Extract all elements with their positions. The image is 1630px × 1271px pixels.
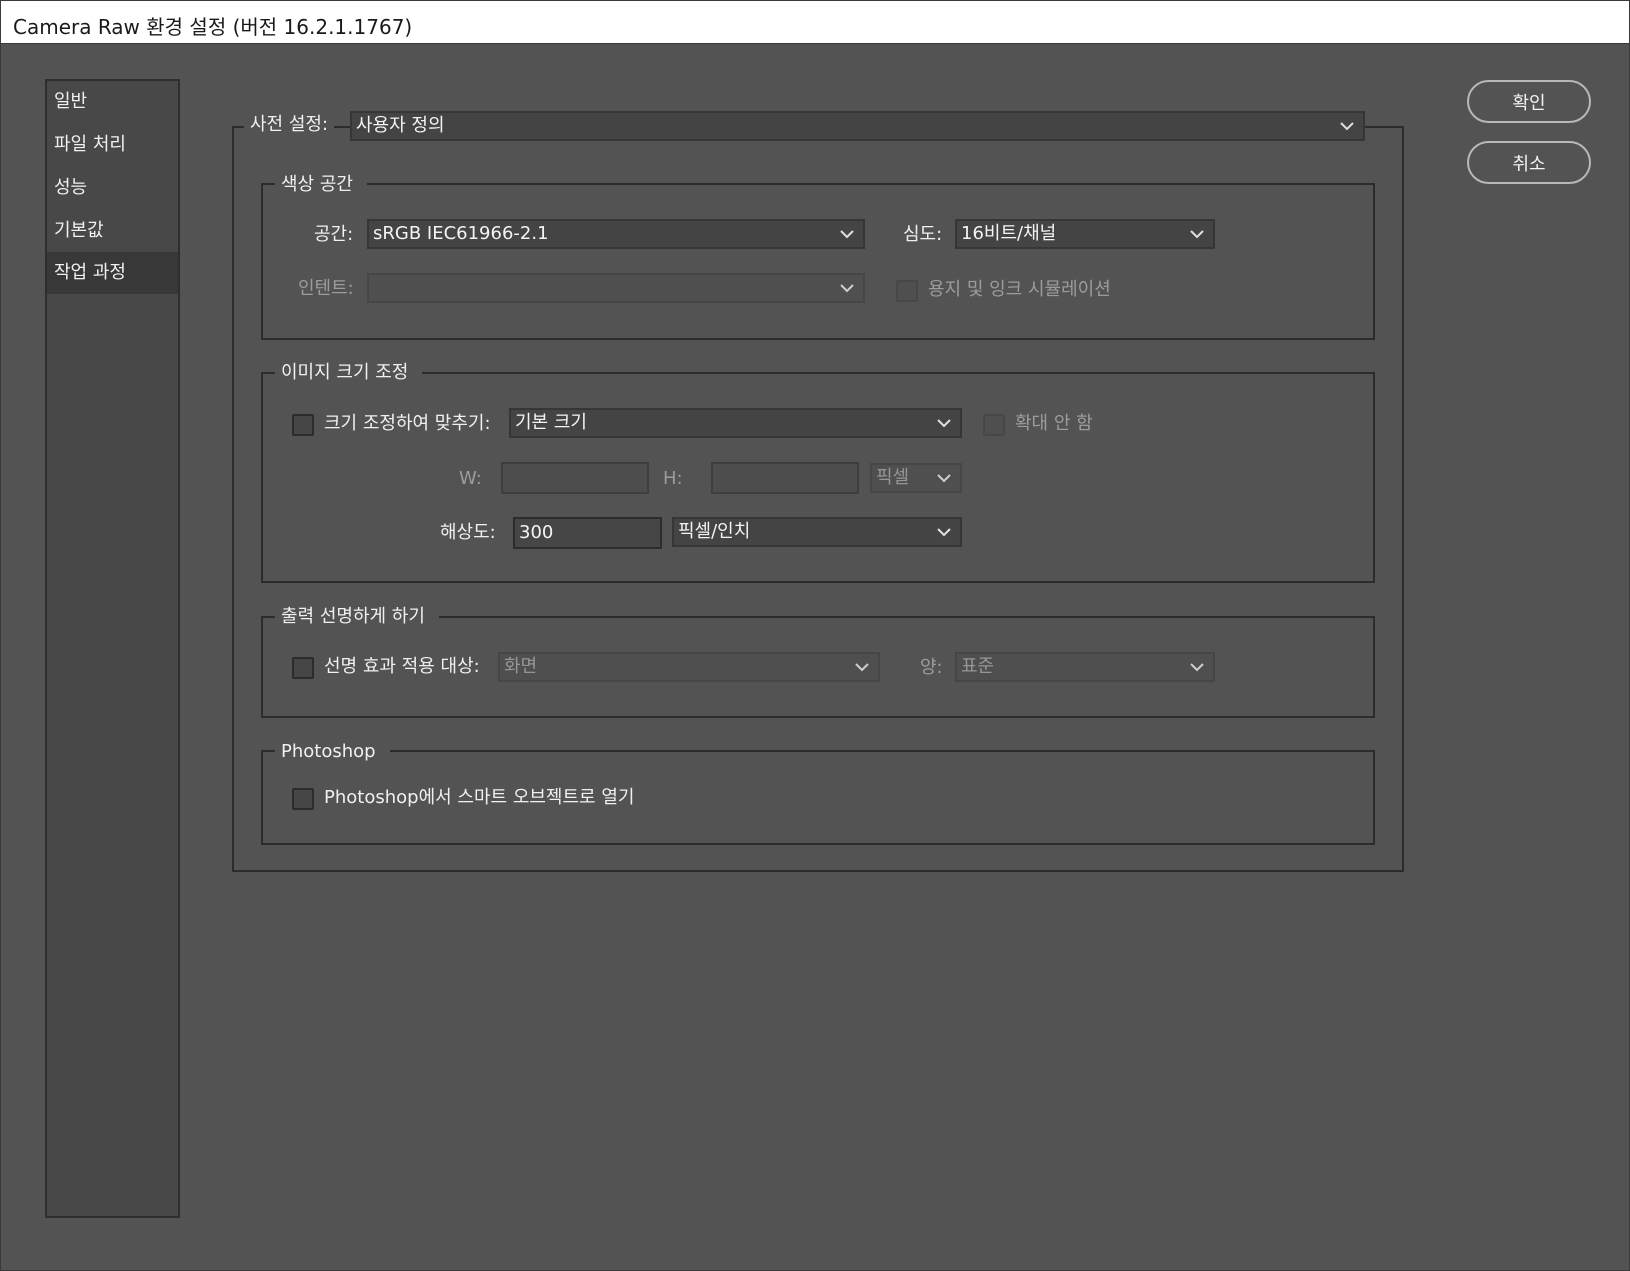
chevron-down-icon bbox=[840, 283, 854, 293]
simulate-paper-ink-checkbox bbox=[896, 280, 918, 302]
resize-value: 기본 크기 bbox=[515, 412, 587, 433]
chevron-down-icon bbox=[1340, 121, 1354, 131]
resize-to-fit-label: 크기 조정하여 맞추기: bbox=[324, 413, 491, 434]
sidebar-item-defaults[interactable]: 기본값 bbox=[47, 210, 178, 252]
chevron-down-icon bbox=[937, 418, 951, 428]
chevron-down-icon bbox=[937, 473, 951, 483]
size-unit-dropdown: 픽셀 bbox=[870, 463, 962, 493]
size-unit-value: 픽셀 bbox=[876, 467, 910, 488]
amount-value: 표준 bbox=[961, 656, 995, 677]
resolution-label: 해상도: bbox=[440, 522, 496, 543]
ok-button[interactable]: 확인 bbox=[1467, 80, 1591, 123]
intent-label: 인텐트: bbox=[298, 278, 354, 299]
image-sizing-legend: 이미지 크기 조정 bbox=[275, 361, 423, 385]
preset-value: 사용자 정의 bbox=[356, 115, 445, 136]
sidebar-item-workflow[interactable]: 작업 과정 bbox=[47, 252, 178, 294]
cancel-button[interactable]: 취소 bbox=[1467, 141, 1591, 184]
open-as-smart-object-label: Photoshop에서 스마트 오브젝트로 열기 bbox=[324, 787, 635, 808]
height-input bbox=[711, 462, 859, 494]
sharpen-for-label: 선명 효과 적용 대상: bbox=[324, 656, 480, 677]
intent-dropdown bbox=[367, 273, 865, 303]
depth-dropdown[interactable]: 16비트/채널 bbox=[955, 219, 1215, 249]
amount-dropdown: 표준 bbox=[955, 652, 1215, 682]
window-title: Camera Raw 환경 설정 (버전 16.2.1.1767) bbox=[13, 15, 413, 39]
preset-label: 사전 설정: bbox=[244, 113, 335, 137]
dont-enlarge-checkbox bbox=[983, 414, 1005, 436]
sidebar-item-file-handling[interactable]: 파일 처리 bbox=[47, 124, 178, 166]
width-label: W: bbox=[459, 468, 482, 489]
sharpen-for-checkbox[interactable] bbox=[292, 657, 314, 679]
chevron-down-icon bbox=[1190, 662, 1204, 672]
sharpen-for-dropdown: 화면 bbox=[498, 652, 880, 682]
sharpen-for-value: 화면 bbox=[504, 656, 538, 677]
photoshop-legend: Photoshop bbox=[275, 740, 390, 764]
depth-label: 심도: bbox=[903, 224, 943, 245]
sidebar: 일반 파일 처리 성능 기본값 작업 과정 bbox=[45, 79, 180, 1218]
resolution-unit-value: 픽셀/인치 bbox=[678, 521, 751, 542]
space-dropdown[interactable]: sRGB IEC61966-2.1 bbox=[367, 219, 865, 249]
title-bar: Camera Raw 환경 설정 (버전 16.2.1.1767) bbox=[0, 0, 1630, 44]
chevron-down-icon bbox=[937, 527, 951, 537]
dont-enlarge-label: 확대 안 함 bbox=[1015, 413, 1093, 434]
open-as-smart-object-checkbox[interactable] bbox=[292, 788, 314, 810]
simulate-paper-ink-label: 용지 및 잉크 시뮬레이션 bbox=[928, 279, 1111, 300]
color-space-group bbox=[261, 183, 1375, 340]
space-label: 공간: bbox=[314, 224, 354, 245]
chevron-down-icon bbox=[855, 662, 869, 672]
sidebar-item-general[interactable]: 일반 bbox=[47, 81, 178, 123]
preset-dropdown[interactable]: 사용자 정의 bbox=[350, 111, 1365, 141]
space-value: sRGB IEC61966-2.1 bbox=[373, 223, 549, 244]
depth-value: 16비트/채널 bbox=[961, 223, 1057, 244]
resolution-input[interactable]: 300 bbox=[513, 517, 662, 549]
sidebar-item-performance[interactable]: 성능 bbox=[47, 167, 178, 209]
resolution-unit-dropdown[interactable]: 픽셀/인치 bbox=[672, 517, 962, 547]
resize-to-fit-checkbox[interactable] bbox=[292, 414, 314, 436]
color-space-legend: 색상 공간 bbox=[275, 173, 367, 197]
output-sharpening-legend: 출력 선명하게 하기 bbox=[275, 605, 439, 629]
resize-dropdown[interactable]: 기본 크기 bbox=[509, 408, 962, 438]
chevron-down-icon bbox=[1190, 229, 1204, 239]
amount-label: 양: bbox=[920, 657, 943, 678]
height-label: H: bbox=[663, 468, 683, 489]
width-input bbox=[501, 462, 649, 494]
chevron-down-icon bbox=[840, 229, 854, 239]
